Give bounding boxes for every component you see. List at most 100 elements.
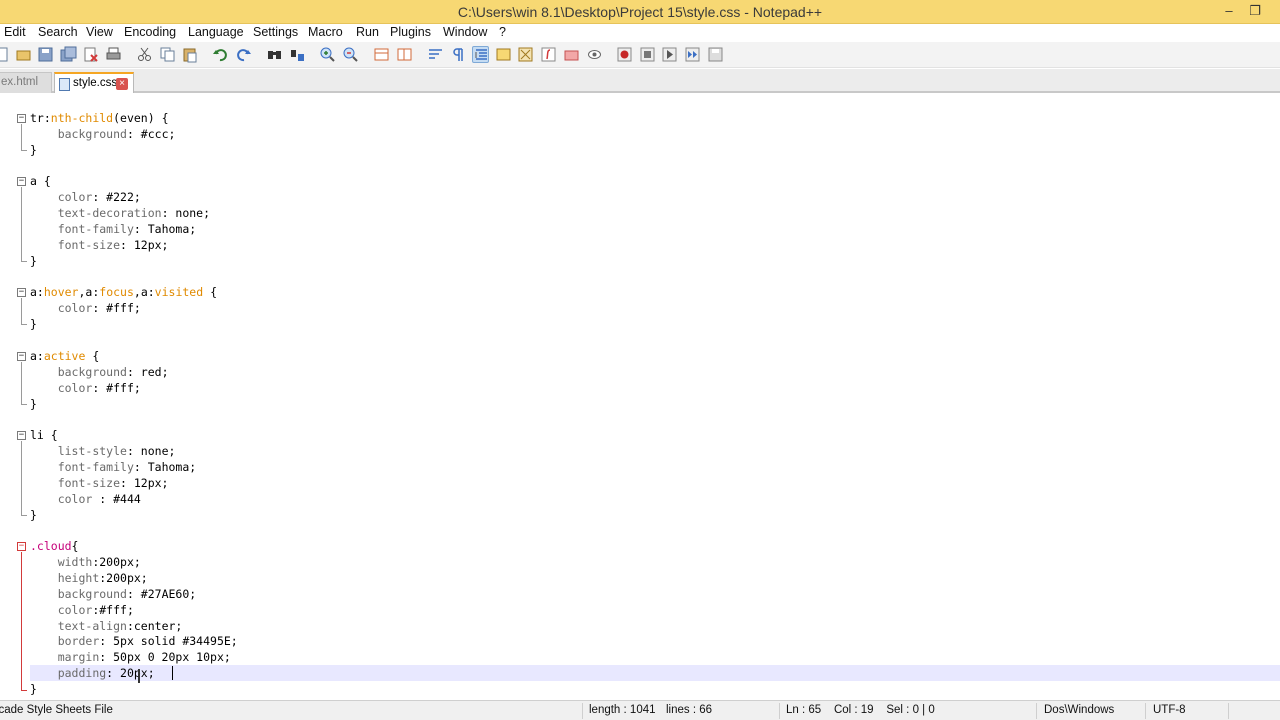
menu-help[interactable]: ? bbox=[499, 25, 506, 39]
code-line: } bbox=[30, 317, 37, 331]
menu-bar: Edit Search View Encoding Language Setti… bbox=[0, 24, 1280, 42]
close-icon[interactable] bbox=[82, 46, 99, 63]
undo-icon[interactable] bbox=[212, 46, 229, 63]
menu-plugins[interactable]: Plugins bbox=[390, 25, 431, 39]
fold-toggle-icon[interactable]: − bbox=[17, 177, 26, 186]
zoom-in-icon[interactable] bbox=[319, 46, 336, 63]
user-language-icon[interactable] bbox=[495, 46, 512, 63]
code-line: margin: 50px 0 20px 10px; bbox=[57, 650, 231, 664]
code-line: width:200px; bbox=[57, 555, 141, 569]
file-icon bbox=[59, 78, 70, 91]
status-length: length : 1041 bbox=[589, 704, 656, 716]
minimize-button[interactable]: – bbox=[1218, 2, 1240, 20]
menu-edit[interactable]: Edit bbox=[4, 25, 26, 39]
function-list-icon[interactable] bbox=[540, 46, 557, 63]
fold-end bbox=[21, 404, 27, 405]
code-line: } bbox=[30, 397, 37, 411]
save-icon[interactable] bbox=[37, 46, 54, 63]
fold-guide bbox=[21, 187, 22, 261]
code-line: font-size: 12px; bbox=[57, 476, 169, 490]
record-macro-icon[interactable] bbox=[616, 46, 633, 63]
restore-button[interactable]: ❐ bbox=[1244, 2, 1266, 20]
code-line: a:hover,a:focus,a:visited { bbox=[30, 285, 217, 299]
fold-guide bbox=[21, 362, 22, 404]
play-macro-icon[interactable] bbox=[661, 46, 678, 63]
code-line: height:200px; bbox=[57, 571, 148, 585]
code-line: color : #444 bbox=[57, 492, 141, 506]
indent-guide-icon[interactable] bbox=[472, 46, 489, 63]
cut-icon[interactable] bbox=[136, 46, 153, 63]
status-position: Ln : 65 Col : 19 Sel : 0 | 0 bbox=[786, 704, 935, 716]
code-editor[interactable]: − − − − − − tr:nth-child(even) { backgro… bbox=[0, 95, 1280, 699]
tab-style-css[interactable]: style.css × bbox=[54, 72, 134, 93]
show-all-chars-icon[interactable] bbox=[450, 46, 467, 63]
redo-icon[interactable] bbox=[235, 46, 252, 63]
fold-end bbox=[21, 515, 27, 516]
tab-index-html[interactable]: ex.html bbox=[0, 72, 52, 93]
fold-end bbox=[21, 150, 27, 151]
tab-close-icon[interactable]: × bbox=[116, 78, 128, 90]
status-file-type: Cascade Style Sheets File bbox=[0, 704, 113, 716]
status-lines: lines : 66 bbox=[666, 704, 713, 716]
menu-language[interactable]: Language bbox=[188, 25, 244, 39]
code-line: a:active { bbox=[30, 349, 100, 363]
stop-record-icon[interactable] bbox=[639, 46, 656, 63]
code-line: font-family: Tahoma; bbox=[57, 460, 197, 474]
code-line: background: red; bbox=[57, 365, 169, 379]
code-line: background: #ccc; bbox=[57, 127, 176, 141]
code-line: .cloud{ bbox=[30, 539, 79, 553]
tab-bar: ex.html style.css × bbox=[0, 69, 1280, 93]
menu-settings[interactable]: Settings bbox=[253, 25, 298, 39]
fold-end bbox=[21, 324, 27, 325]
fold-guide bbox=[21, 298, 22, 324]
menu-run[interactable]: Run bbox=[356, 25, 379, 39]
fold-end bbox=[21, 690, 27, 691]
status-eol: Dos\Windows bbox=[1044, 704, 1115, 716]
find-icon[interactable] bbox=[266, 46, 283, 63]
fold-toggle-icon[interactable]: − bbox=[17, 114, 26, 123]
doc-map-icon[interactable] bbox=[517, 46, 534, 63]
run-macro-multiple-icon[interactable] bbox=[684, 46, 701, 63]
code-line: background: #27AE60; bbox=[57, 587, 197, 601]
status-encoding: UTF-8 bbox=[1153, 704, 1186, 716]
open-file-icon[interactable] bbox=[15, 46, 32, 63]
code-line: a { bbox=[30, 174, 51, 188]
paste-icon[interactable] bbox=[181, 46, 198, 63]
code-line: text-decoration: none; bbox=[57, 206, 211, 220]
new-file-icon[interactable] bbox=[0, 46, 11, 63]
menu-search[interactable]: Search bbox=[38, 25, 78, 39]
menu-macro[interactable]: Macro bbox=[308, 25, 343, 39]
code-line: color:#fff; bbox=[57, 603, 134, 617]
toolbar bbox=[0, 42, 1280, 68]
status-divider bbox=[582, 703, 583, 719]
menu-window[interactable]: Window bbox=[443, 25, 487, 39]
fold-toggle-icon[interactable]: − bbox=[17, 352, 26, 361]
fold-end bbox=[21, 261, 27, 262]
print-icon[interactable] bbox=[105, 46, 122, 63]
zoom-out-icon[interactable] bbox=[342, 46, 359, 63]
fold-toggle-icon[interactable]: − bbox=[17, 542, 26, 551]
title-bar: C:\Users\win 8.1\Desktop\Project 15\styl… bbox=[0, 0, 1280, 24]
folder-workspace-icon[interactable] bbox=[563, 46, 580, 63]
status-divider bbox=[1145, 703, 1146, 719]
tab-label: ex.html bbox=[1, 76, 39, 88]
monitor-icon[interactable] bbox=[586, 46, 603, 63]
fold-toggle-icon[interactable]: − bbox=[17, 288, 26, 297]
word-wrap-icon[interactable] bbox=[427, 46, 444, 63]
code-line: color: #fff; bbox=[57, 301, 141, 315]
save-all-icon[interactable] bbox=[60, 46, 77, 63]
code-line-current: padding: 20px; bbox=[30, 665, 1280, 681]
replace-icon[interactable] bbox=[289, 46, 306, 63]
fold-toggle-icon[interactable]: − bbox=[17, 431, 26, 440]
menu-encoding[interactable]: Encoding bbox=[124, 25, 176, 39]
code-line: } bbox=[30, 508, 37, 522]
sync-vertical-icon[interactable] bbox=[373, 46, 390, 63]
menu-view[interactable]: View bbox=[86, 25, 113, 39]
code-line: li { bbox=[30, 428, 58, 442]
sync-horizontal-icon[interactable] bbox=[396, 46, 413, 63]
status-divider bbox=[779, 703, 780, 719]
save-macro-icon[interactable] bbox=[707, 46, 724, 63]
window-title: C:\Users\win 8.1\Desktop\Project 15\styl… bbox=[457, 4, 823, 20]
copy-icon[interactable] bbox=[159, 46, 176, 63]
code-line: } bbox=[30, 682, 37, 696]
